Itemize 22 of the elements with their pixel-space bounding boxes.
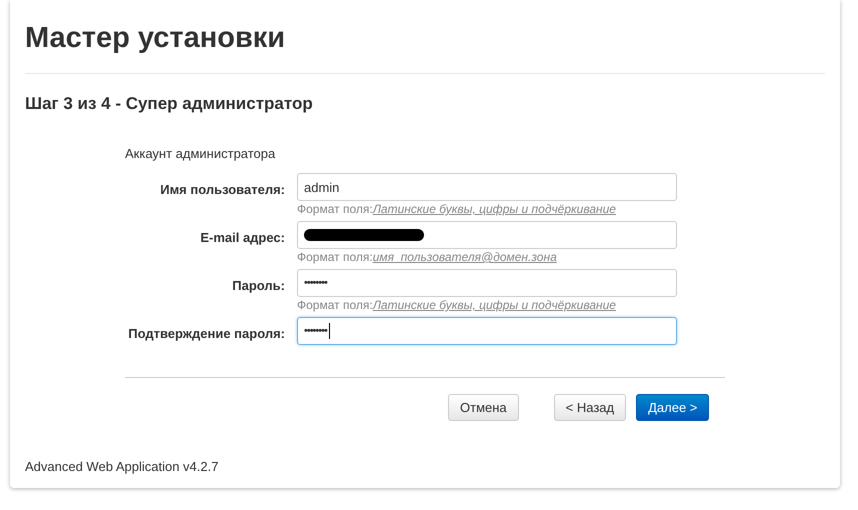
field-label: Имя пользователя: bbox=[159, 181, 285, 197]
format-hint-link[interactable]: Латинские буквы, цифры и подчёркивание bbox=[372, 202, 616, 216]
section-label: Аккаунт администратора bbox=[125, 146, 276, 161]
field-label: E-mail адрес: bbox=[199, 229, 285, 245]
format-hint-link[interactable]: Латинские буквы, цифры и подчёркивание bbox=[372, 298, 616, 312]
wizard-button[interactable]: Отмена bbox=[448, 394, 519, 421]
hint-label: Формат поля: bbox=[297, 202, 373, 216]
field-label: Пароль: bbox=[231, 277, 285, 293]
hint-label: Формат поля: bbox=[297, 298, 373, 312]
input-field[interactable]: admin bbox=[297, 173, 677, 201]
input-field[interactable] bbox=[297, 221, 677, 249]
step-title: Шаг 3 из 4 - Супер администратор bbox=[25, 93, 314, 115]
page-title: Мастер установки bbox=[25, 21, 286, 56]
format-hint-link[interactable]: имя_пользователя@домен.зона bbox=[372, 250, 557, 264]
next-button[interactable]: Далее > bbox=[636, 394, 710, 421]
wizard-button[interactable]: < Назад bbox=[554, 394, 626, 421]
footer-text: Advanced Web Application v4.2.7 bbox=[25, 459, 220, 474]
input-field[interactable]: •••••••• bbox=[297, 269, 677, 297]
field-label: Подтверждение пароля: bbox=[127, 325, 285, 341]
hint-label: Формат поля: bbox=[297, 250, 373, 264]
text-cursor bbox=[328, 323, 330, 339]
input-field[interactable]: •••••••• bbox=[297, 317, 677, 345]
